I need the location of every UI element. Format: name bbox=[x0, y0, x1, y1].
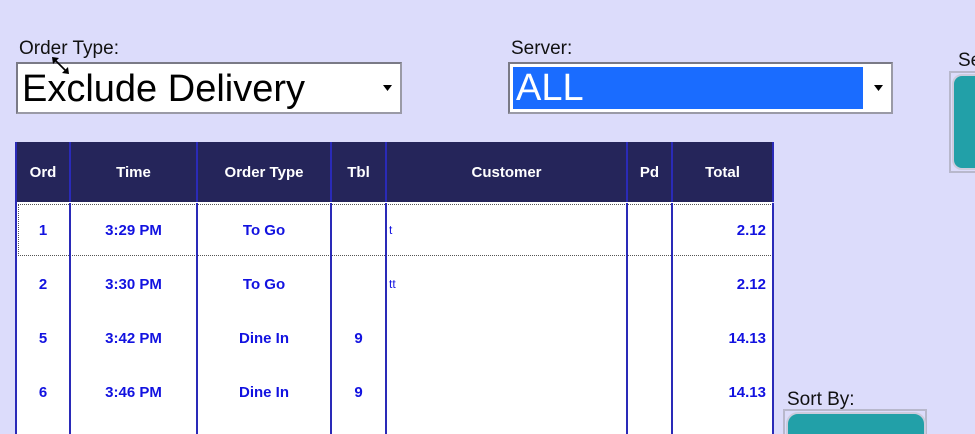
table-row[interactable] bbox=[17, 419, 774, 434]
search-label: Se bbox=[958, 50, 975, 71]
table-row[interactable]: 5 3:42 PM Dine In 9 14.13 bbox=[17, 311, 774, 365]
cell-customer: t bbox=[387, 203, 628, 257]
cell-order-type: To Go bbox=[198, 203, 332, 257]
cell-tbl: 9 bbox=[332, 311, 387, 365]
cell-pd bbox=[628, 419, 673, 434]
server-dropdown[interactable]: ALL bbox=[508, 62, 893, 114]
cell-time: 3:30 PM bbox=[71, 257, 198, 311]
cell-order-type: To Go bbox=[198, 257, 332, 311]
server-value: ALL bbox=[513, 67, 863, 109]
cell-customer: tt bbox=[387, 257, 628, 311]
cursor-arrows-icon bbox=[52, 57, 69, 74]
cell-tbl bbox=[332, 257, 387, 311]
cell-total: 14.13 bbox=[673, 311, 774, 365]
cell-time: 3:29 PM bbox=[71, 203, 198, 257]
col-header-order-type[interactable]: Order Type bbox=[198, 142, 332, 202]
col-header-pd[interactable]: Pd bbox=[628, 142, 673, 202]
cell-ord: 2 bbox=[17, 257, 71, 311]
search-button[interactable] bbox=[952, 74, 975, 170]
order-type-dropdown[interactable]: Exclude Delivery bbox=[16, 62, 402, 114]
grid-header: Ord Time Order Type Tbl Customer Pd Tota… bbox=[17, 142, 774, 202]
cell-tbl: 9 bbox=[332, 365, 387, 419]
cell-tbl bbox=[332, 203, 387, 257]
cell-ord: 1 bbox=[17, 203, 71, 257]
col-header-customer[interactable]: Customer bbox=[387, 142, 628, 202]
cell-customer bbox=[387, 365, 628, 419]
cell-pd bbox=[628, 203, 673, 257]
table-row[interactable]: 2 3:30 PM To Go tt 2.12 bbox=[17, 257, 774, 311]
cell-order-type: Dine In bbox=[198, 365, 332, 419]
cell-time: 3:42 PM bbox=[71, 311, 198, 365]
chevron-down-icon[interactable] bbox=[867, 66, 889, 110]
cell-ord: 6 bbox=[17, 365, 71, 419]
cell-order-type: Dine In bbox=[198, 311, 332, 365]
chevron-down-icon[interactable] bbox=[376, 66, 398, 110]
table-row[interactable]: 6 3:46 PM Dine In 9 14.13 bbox=[17, 365, 774, 419]
cell-pd bbox=[628, 365, 673, 419]
col-header-tbl[interactable]: Tbl bbox=[332, 142, 387, 202]
cell-customer bbox=[387, 419, 628, 434]
cell-time: 3:46 PM bbox=[71, 365, 198, 419]
cell-total: 2.12 bbox=[673, 257, 774, 311]
col-header-ord[interactable]: Ord bbox=[17, 142, 71, 202]
orders-grid: Ord Time Order Type Tbl Customer Pd Tota… bbox=[15, 142, 774, 434]
cell-tbl bbox=[332, 419, 387, 434]
cell-ord bbox=[17, 419, 71, 434]
cell-total: 14.13 bbox=[673, 365, 774, 419]
cell-pd bbox=[628, 311, 673, 365]
cell-total bbox=[673, 419, 774, 434]
cell-ord: 5 bbox=[17, 311, 71, 365]
cell-order-type bbox=[198, 419, 332, 434]
sort-by-button[interactable] bbox=[786, 412, 926, 434]
server-label: Server: bbox=[511, 38, 573, 59]
col-header-total[interactable]: Total bbox=[673, 142, 774, 202]
cell-customer bbox=[387, 311, 628, 365]
sort-by-label: Sort By: bbox=[787, 389, 855, 410]
cell-pd bbox=[628, 257, 673, 311]
table-row[interactable]: 1 3:29 PM To Go t 2.12 bbox=[17, 203, 774, 257]
cell-time bbox=[71, 419, 198, 434]
col-header-time[interactable]: Time bbox=[71, 142, 198, 202]
cell-total: 2.12 bbox=[673, 203, 774, 257]
